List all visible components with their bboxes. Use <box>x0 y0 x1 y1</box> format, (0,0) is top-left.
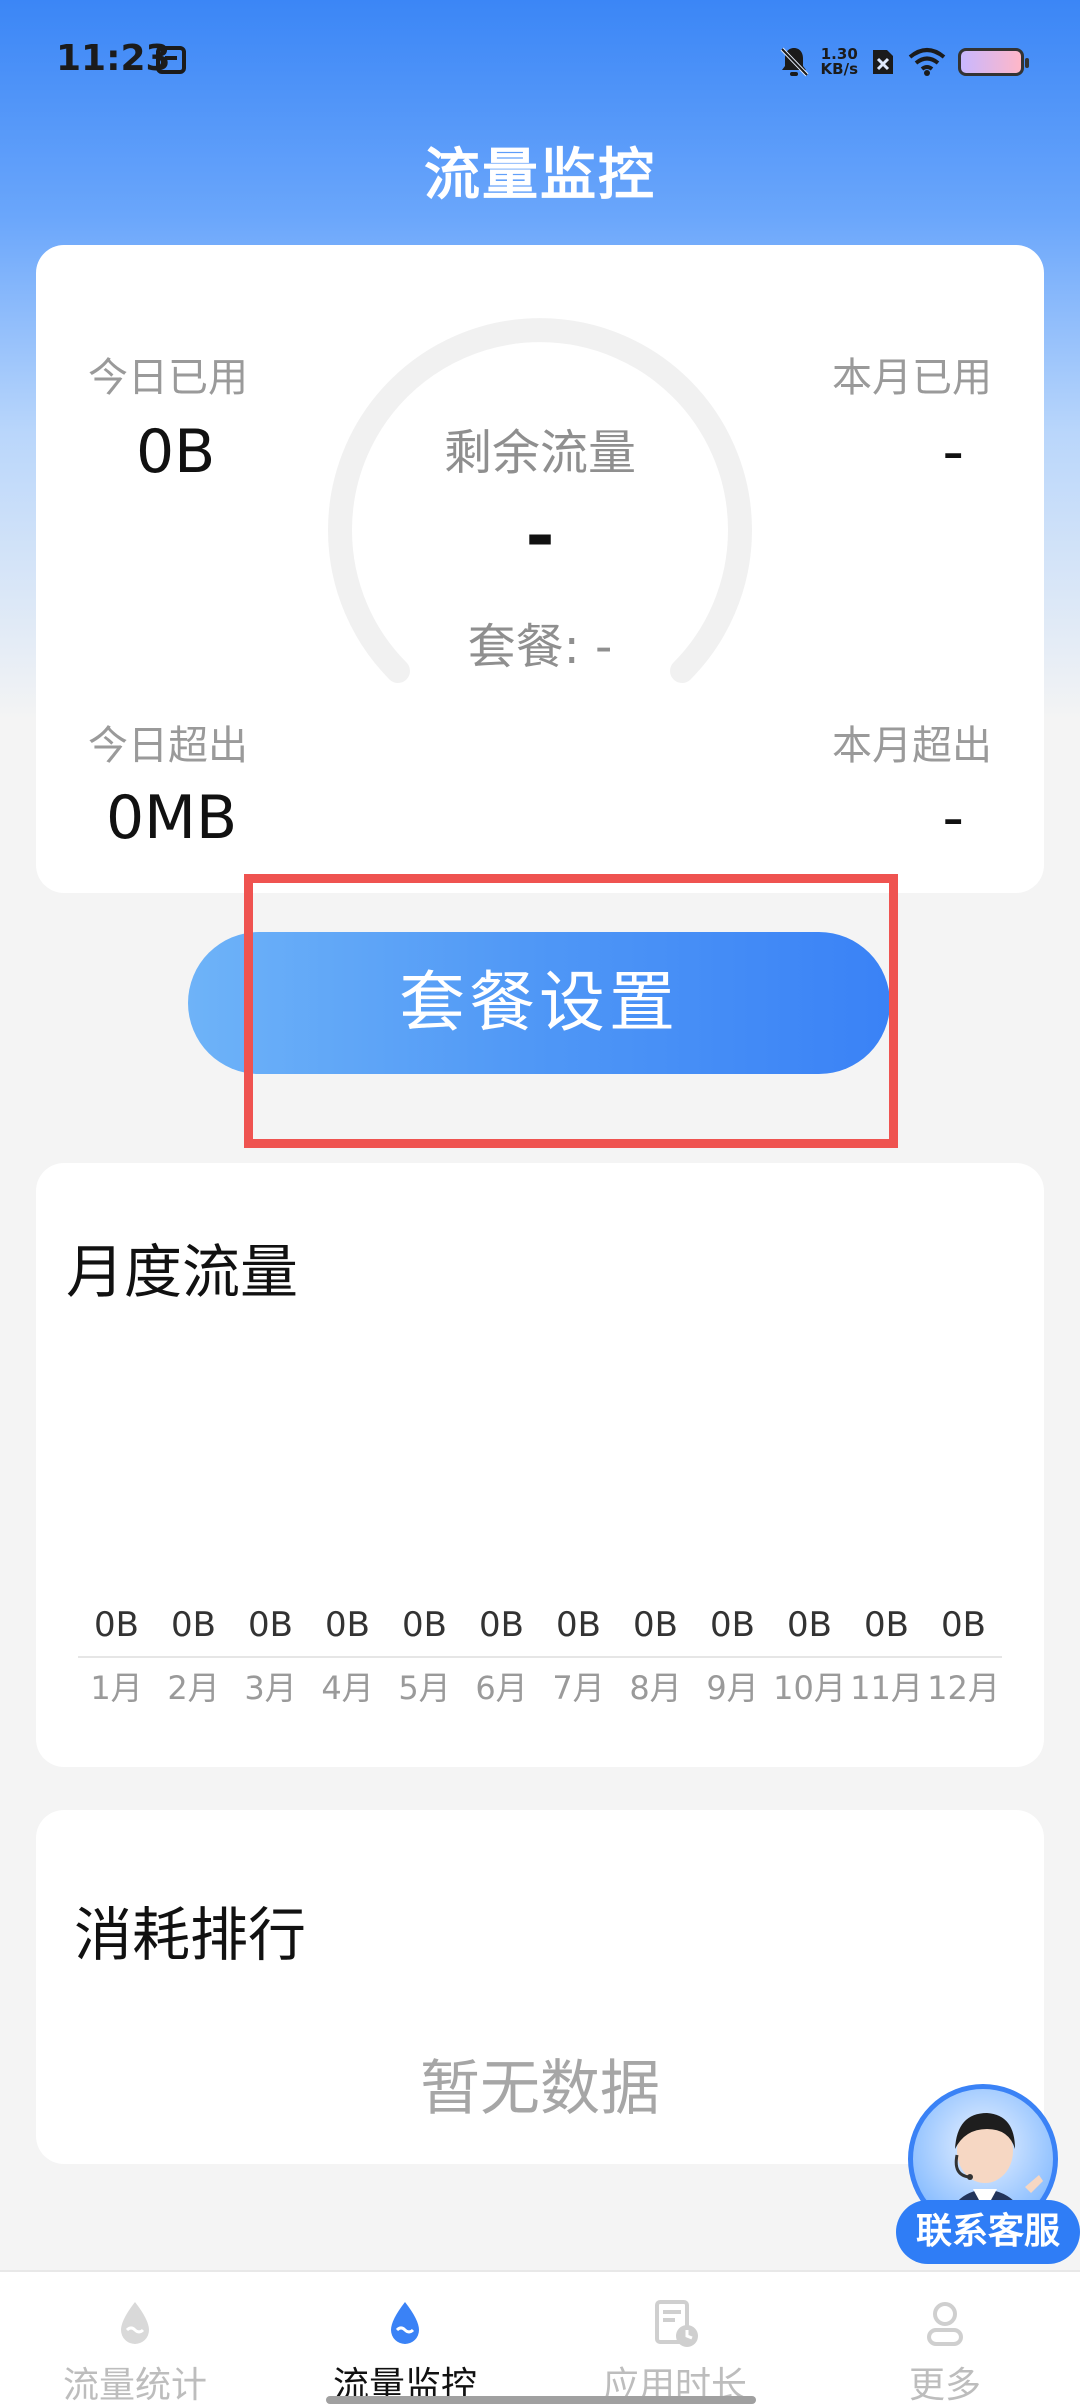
month-value: 0B <box>94 1605 139 1645</box>
month-value: 0B <box>325 1605 370 1645</box>
month-value: 0B <box>248 1605 293 1645</box>
month-value: 0B <box>479 1605 524 1645</box>
drop-icon <box>121 2302 149 2344</box>
no-sim-icon <box>873 50 893 74</box>
month-label: 12月 <box>927 1669 1000 1707</box>
monthly-traffic-card: 月度流量 0B 0B 0B 0B 0B 0B 0B 0B 0B 0B 0B 0B… <box>36 1163 1044 1767</box>
nav-item-app-duration[interactable]: 应用时长 <box>540 2272 810 2408</box>
network-speed-unit: KB/s <box>820 60 858 78</box>
status-time: 11:23 <box>56 38 171 79</box>
usage-card: 今日已用 0B 本月已用 - 剩余流量 - 套餐: - 今日超出 0MB 本月超… <box>36 245 1044 893</box>
chart-baseline <box>78 1656 1002 1658</box>
month-label: 7月 <box>552 1669 605 1707</box>
nav-item-traffic-monitor[interactable]: 流量监控 <box>270 2272 540 2408</box>
plan-text: 套餐: - <box>467 619 613 675</box>
wifi-icon <box>908 48 946 76</box>
month-value: 0B <box>633 1605 678 1645</box>
status-bar: 11:23 1.30 KB/s <box>0 0 1080 126</box>
month-over-value: - <box>942 783 964 853</box>
remaining-label: 剩余流量 <box>443 425 636 481</box>
status-icons: 1.30 KB/s <box>779 40 1029 84</box>
bottom-navigation: 流量统计 流量监控 应用时长 更多 <box>0 2270 1080 2408</box>
consumption-ranking-card: 消耗排行 暂无数据 <box>36 1810 1044 2164</box>
today-used-label: 今日已用 <box>88 355 248 401</box>
nav-label: 流量统计 <box>62 2365 207 2406</box>
mute-bell-icon <box>780 47 808 77</box>
nav-item-more[interactable]: 更多 <box>810 2272 1080 2408</box>
month-over-label: 本月超出 <box>832 723 992 769</box>
month-value: 0B <box>556 1605 601 1645</box>
monthly-traffic-title: 月度流量 <box>66 1238 299 1306</box>
month-label: 1月 <box>90 1669 143 1707</box>
month-label: 3月 <box>244 1669 297 1707</box>
page-title: 流量监控 <box>424 143 656 208</box>
network-speed: 1.30 KB/s <box>821 47 858 77</box>
customer-service-label[interactable]: 联系客服 <box>896 2200 1080 2264</box>
month-label: 9月 <box>706 1669 759 1707</box>
notification-app-icon <box>156 46 186 74</box>
empty-state-text: 暂无数据 <box>420 2054 660 2124</box>
ranking-title: 消耗排行 <box>74 1901 307 1969</box>
battery-icon <box>958 48 1029 76</box>
month-value: 0B <box>710 1605 755 1645</box>
remaining-value: - <box>525 495 555 577</box>
plan-settings-button[interactable]: 套餐设置 <box>188 932 890 1074</box>
month-value: 0B <box>864 1605 909 1645</box>
month-value: 0B <box>787 1605 832 1645</box>
month-label: 10月 <box>773 1669 846 1707</box>
today-over-label: 今日超出 <box>88 723 248 769</box>
month-label: 2月 <box>167 1669 220 1707</box>
nav-label: 更多 <box>908 2365 981 2406</box>
drop-icon <box>391 2302 419 2344</box>
gesture-bar[interactable] <box>326 2396 756 2404</box>
today-over-value: 0MB <box>106 783 238 853</box>
app-time-icon <box>655 2300 698 2347</box>
month-value: 0B <box>941 1605 986 1645</box>
month-used-label: 本月已用 <box>832 355 992 401</box>
customer-service-button[interactable]: 联系客服 <box>896 2084 1080 2264</box>
person-icon <box>927 2302 963 2346</box>
month-labels-row: 1月 2月 3月 4月 5月 6月 7月 8月 9月 10月 11月 12月 <box>78 1663 1002 1709</box>
month-value: 0B <box>402 1605 447 1645</box>
month-label: 8月 <box>629 1669 682 1707</box>
month-value: 0B <box>171 1605 216 1645</box>
monthly-values-row: 0B 0B 0B 0B 0B 0B 0B 0B 0B 0B 0B 0B <box>78 1605 1002 1645</box>
month-label: 11月 <box>850 1669 923 1707</box>
month-label: 5月 <box>398 1669 451 1707</box>
nav-item-traffic-stats[interactable]: 流量统计 <box>0 2272 270 2408</box>
month-label: 6月 <box>475 1669 528 1707</box>
page: 11:23 1.30 KB/s 流量监控 今日已用 0B 本月已用 - 剩余流量… <box>0 0 1080 2408</box>
month-label: 4月 <box>321 1669 374 1707</box>
